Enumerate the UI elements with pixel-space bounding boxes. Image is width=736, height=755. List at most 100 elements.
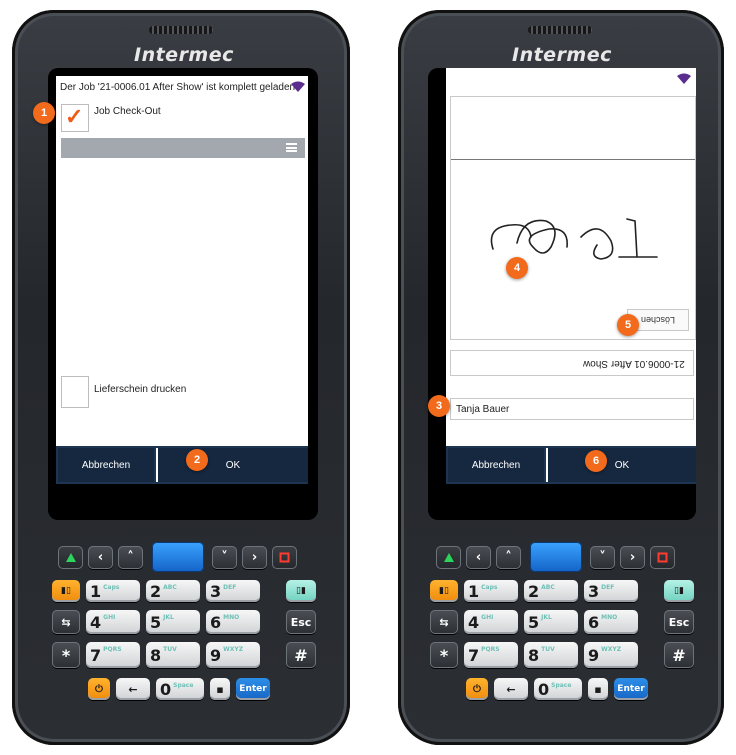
hardware-keypad: ‹ ˄ ˅ › ▮▯ 1 Caps 2 ABC 3 DEF ▯▮ ⇆ 4 GHI 5 JK… <box>42 530 332 730</box>
step-badge-5: 5 <box>617 314 639 336</box>
star-key[interactable]: * <box>52 642 80 668</box>
key-1[interactable]: 1 Caps <box>464 580 518 602</box>
step-badge-4: 4 <box>506 257 528 279</box>
key-9[interactable]: 9 WXYZ <box>206 642 260 668</box>
toggle-icon: ▮▯ <box>61 586 71 596</box>
esc-key[interactable]: Esc <box>664 610 694 634</box>
checkout-checkbox[interactable]: ✓ <box>61 104 89 132</box>
arrow-left-key[interactable]: ‹ <box>466 546 491 569</box>
step-badge-3: 3 <box>428 395 450 417</box>
key-0[interactable]: 0 Space <box>534 678 582 700</box>
signature-drawing <box>490 218 658 260</box>
job-number-field[interactable]: 21-0006.01 After Show <box>450 350 694 376</box>
scan-trigger-key[interactable] <box>530 542 582 572</box>
function-key[interactable]: ▮▯ <box>52 580 80 602</box>
chevron-left-icon: ‹ <box>475 550 482 565</box>
key-2[interactable]: 2 ABC <box>146 580 200 602</box>
key-5[interactable]: 5 JKL <box>524 610 578 634</box>
brand-logo: Intermec <box>134 44 234 66</box>
key-1[interactable]: 1 Caps <box>86 580 140 602</box>
action-bar: Abbrechen OK <box>446 446 696 484</box>
step-badge-1: 1 <box>33 102 55 124</box>
speaker-grille <box>528 26 592 34</box>
action-bar: Abbrechen OK <box>56 446 308 484</box>
toggle-icon: ▮▯ <box>439 586 449 596</box>
cancel-button[interactable]: Abbrechen <box>448 448 544 482</box>
menu-icon[interactable] <box>286 143 297 152</box>
tab-key[interactable]: ⇆ <box>52 610 80 634</box>
power-end-key[interactable] <box>650 546 675 569</box>
ok-button[interactable]: OK <box>546 448 696 482</box>
power-key[interactable]: ⏻ <box>88 678 110 700</box>
key-8[interactable]: 8 TUV <box>146 642 200 668</box>
key-7[interactable]: 7 PQRS <box>464 642 518 668</box>
function-key[interactable]: ▮▯ <box>430 580 458 602</box>
chevron-left-icon: ‹ <box>97 550 104 565</box>
right-device: Intermec Löschen 21-0006.01 After Show T… <box>398 10 724 745</box>
hash-key[interactable]: # <box>286 642 316 668</box>
key-4[interactable]: 4 GHI <box>86 610 140 634</box>
arrow-right-key[interactable]: › <box>620 546 645 569</box>
tab-icon: ⇆ <box>61 615 71 629</box>
power-key[interactable]: ⏻ <box>466 678 488 700</box>
chevron-right-icon: › <box>251 550 258 565</box>
step-badge-2: 2 <box>186 449 208 471</box>
key-6[interactable]: 6 MNO <box>584 610 638 634</box>
chevron-up-icon: ˄ <box>505 550 512 565</box>
enter-key[interactable]: Enter <box>236 678 270 700</box>
alpha-key[interactable]: ▯▮ <box>664 580 694 602</box>
scan-trigger-key[interactable] <box>152 542 204 572</box>
alpha-key[interactable]: ▯▮ <box>286 580 316 602</box>
toggle-icon: ▯▮ <box>296 586 306 596</box>
app-display: Löschen 21-0006.01 After Show Tanja Baue… <box>446 68 696 484</box>
power-icon: ⏻ <box>95 683 103 695</box>
key-3[interactable]: 3 DEF <box>584 580 638 602</box>
key-7[interactable]: 7 PQRS <box>86 642 140 668</box>
key-0[interactable]: 0 Space <box>156 678 204 700</box>
arrow-left-key[interactable]: ‹ <box>88 546 113 569</box>
dot-key[interactable]: ▪ <box>210 678 230 700</box>
key-8[interactable]: 8 TUV <box>524 642 578 668</box>
scan-left-key[interactable] <box>436 546 461 569</box>
delivery-note-checkbox[interactable] <box>61 376 89 408</box>
ok-button[interactable]: OK <box>156 448 308 482</box>
step-badge-6: 6 <box>585 450 607 472</box>
scan-left-key[interactable] <box>58 546 83 569</box>
enter-key[interactable]: Enter <box>614 678 648 700</box>
star-key[interactable]: * <box>430 642 458 668</box>
chevron-right-icon: › <box>629 550 636 565</box>
backspace-key[interactable]: ← <box>116 678 150 700</box>
status-message: Der Job '21-0006.01 After Show' ist komp… <box>60 82 298 93</box>
key-5[interactable]: 5 JKL <box>146 610 200 634</box>
signer-name-field[interactable]: Tanja Bauer <box>450 398 694 420</box>
power-end-key[interactable] <box>272 546 297 569</box>
arrow-down-key[interactable]: ˅ <box>590 546 615 569</box>
power-icon: ⏻ <box>473 683 481 695</box>
hash-key[interactable]: # <box>664 642 694 668</box>
key-9[interactable]: 9 WXYZ <box>584 642 638 668</box>
tab-icon: ⇆ <box>439 615 449 629</box>
dot-key[interactable]: ▪ <box>588 678 608 700</box>
key-3[interactable]: 3 DEF <box>206 580 260 602</box>
arrow-right-key[interactable]: › <box>242 546 267 569</box>
cancel-button[interactable]: Abbrechen <box>58 448 154 482</box>
toggle-icon: ▯▮ <box>674 586 684 596</box>
signature-pad[interactable]: Löschen <box>450 96 696 340</box>
chevron-up-icon: ˄ <box>127 550 134 565</box>
delivery-note-label: Lieferschein drucken <box>94 384 187 395</box>
key-4[interactable]: 4 GHI <box>464 610 518 634</box>
backspace-key[interactable]: ← <box>494 678 528 700</box>
tab-key[interactable]: ⇆ <box>430 610 458 634</box>
speaker-grille <box>149 26 213 34</box>
arrow-up-key[interactable]: ˄ <box>118 546 143 569</box>
left-device: Intermec Der Job '21-0006.01 After Show'… <box>12 10 350 745</box>
esc-key[interactable]: Esc <box>286 610 316 634</box>
key-6[interactable]: 6 MNO <box>206 610 260 634</box>
checkmark-icon: ✓ <box>65 104 84 129</box>
key-2[interactable]: 2 ABC <box>524 580 578 602</box>
chevron-down-icon: ˅ <box>599 550 606 565</box>
app-display: Der Job '21-0006.01 After Show' ist komp… <box>56 76 308 484</box>
arrow-up-key[interactable]: ˄ <box>496 546 521 569</box>
list-header-bar <box>61 138 305 158</box>
arrow-down-key[interactable]: ˅ <box>212 546 237 569</box>
